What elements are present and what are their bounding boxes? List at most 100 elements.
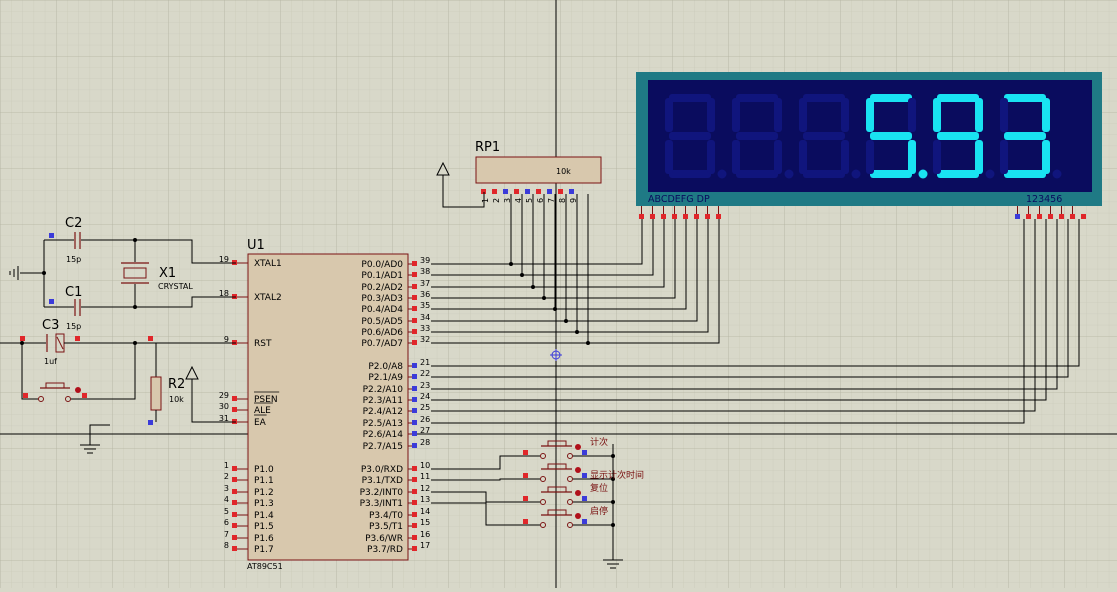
u1-pin-name: P2.2/A10 bbox=[363, 385, 404, 395]
u1-pin-number: 1 bbox=[224, 461, 229, 470]
u1-pin-name: P2.6/A14 bbox=[363, 430, 404, 440]
segment-e bbox=[799, 140, 807, 174]
u1-pin-number: 27 bbox=[420, 426, 430, 435]
segment-f bbox=[732, 98, 740, 132]
mcu-u1[interactable]: U1 AT89C51 19 XTAL118 XTAL29 RST29 PSEN30 ALE… bbox=[219, 238, 430, 571]
decimal-point bbox=[851, 169, 861, 179]
segment-g bbox=[669, 132, 711, 140]
u1-pin-35 bbox=[412, 306, 417, 311]
u1-pin-6 bbox=[232, 523, 237, 528]
u1-pin-number: 32 bbox=[420, 335, 430, 344]
segment-c bbox=[908, 140, 916, 174]
u1-pin-27 bbox=[412, 431, 417, 436]
u1-pin-32 bbox=[412, 340, 417, 345]
segment-c bbox=[841, 140, 849, 174]
u1-pin-name: P3.7/RD bbox=[367, 545, 403, 555]
u1-pin-name: P1.5 bbox=[254, 522, 274, 532]
rp1-pin bbox=[569, 189, 574, 194]
rp1-pin bbox=[503, 189, 508, 194]
segment-c bbox=[975, 140, 983, 174]
rp1-pin-number: 2 bbox=[492, 198, 501, 203]
decimal-point bbox=[717, 169, 727, 179]
decimal-point bbox=[784, 169, 794, 179]
u1-pin-name: P3.6/WR bbox=[365, 534, 403, 544]
segment-d bbox=[669, 170, 711, 178]
u1-pin-11 bbox=[412, 477, 417, 482]
segment-pin bbox=[683, 214, 688, 219]
u1-pin-name: XTAL1 bbox=[254, 259, 282, 269]
segment-pin-label: ABCDEFG DP bbox=[648, 194, 710, 205]
u1-pin-name: P0.3/AD3 bbox=[361, 294, 403, 304]
c3-ref: C3 bbox=[42, 318, 59, 333]
u1-pin-2 bbox=[232, 477, 237, 482]
u1-pin-number: 2 bbox=[224, 472, 229, 481]
segment-b bbox=[1042, 98, 1050, 132]
segment-a bbox=[1004, 94, 1046, 102]
decimal-point bbox=[918, 169, 928, 179]
u1-pin-30 bbox=[232, 407, 237, 412]
u1-pin-number: 16 bbox=[420, 530, 430, 539]
u1-pin-28 bbox=[412, 443, 417, 448]
schematic-svg[interactable]: ABCDEFG DP 123456 RP1 10k 123456789 U1 A… bbox=[0, 0, 1117, 588]
segment-d bbox=[937, 170, 979, 178]
u1-pin-number: 38 bbox=[420, 267, 430, 276]
u1-pin-5 bbox=[232, 512, 237, 517]
u1-pin-name: P3.2/INT0 bbox=[360, 488, 404, 498]
u1-pin-number: 24 bbox=[420, 392, 430, 401]
segment-e bbox=[1000, 140, 1008, 174]
segment-pin bbox=[650, 214, 655, 219]
segment-g bbox=[870, 132, 912, 140]
decimal-point bbox=[1052, 169, 1062, 179]
u1-pin-3 bbox=[232, 489, 237, 494]
u1-pin-38 bbox=[412, 272, 417, 277]
u1-pin-name: RST bbox=[254, 339, 272, 349]
digit-pin bbox=[1015, 214, 1020, 219]
u1-pin-name: P0.2/AD2 bbox=[361, 283, 403, 293]
u1-pin-name: P1.4 bbox=[254, 511, 274, 521]
rp1-value: 10k bbox=[556, 167, 571, 176]
u1-pin-number: 3 bbox=[224, 484, 229, 493]
u1-pin-name: P3.1/TXD bbox=[362, 476, 403, 486]
u1-pin-33 bbox=[412, 329, 417, 334]
segment-f bbox=[1000, 98, 1008, 132]
seven-segment-display[interactable]: ABCDEFG DP 123456 bbox=[636, 72, 1102, 219]
segment-pin bbox=[716, 214, 721, 219]
u1-pin-number: 36 bbox=[420, 290, 430, 299]
u1-pin-22 bbox=[412, 374, 417, 379]
u1-pin-number: 30 bbox=[219, 402, 229, 411]
u1-pin-number: 4 bbox=[224, 495, 229, 504]
u1-pin-39 bbox=[412, 261, 417, 266]
c1-value: 15p bbox=[66, 322, 81, 331]
u1-pin-name: P2.4/A12 bbox=[363, 407, 403, 417]
u1-pin-name: XTAL2 bbox=[254, 293, 282, 303]
rp1-pin-number: 1 bbox=[481, 198, 490, 203]
u1-pin-name: P1.6 bbox=[254, 534, 274, 544]
u1-pin-number: 5 bbox=[224, 507, 229, 516]
button-label: 复位 bbox=[590, 482, 608, 494]
u1-ref: U1 bbox=[247, 238, 265, 253]
segment-b bbox=[908, 98, 916, 132]
u1-pin-34 bbox=[412, 318, 417, 323]
digit-pin-label: 123456 bbox=[1026, 194, 1062, 205]
u1-pin-number: 28 bbox=[420, 438, 430, 447]
u1-pin-8 bbox=[232, 546, 237, 551]
rp1-pin bbox=[558, 189, 563, 194]
segment-d bbox=[870, 170, 912, 178]
u1-pin-name: P0.7/AD7 bbox=[361, 339, 403, 349]
u1-pin-37 bbox=[412, 284, 417, 289]
u1-pin-14 bbox=[412, 512, 417, 517]
segment-a bbox=[669, 94, 711, 102]
schematic-canvas[interactable]: ABCDEFG DP 123456 RP1 10k 123456789 U1 A… bbox=[0, 0, 1117, 588]
u1-pin-number: 6 bbox=[224, 518, 229, 527]
u1-pin-name: P0.4/AD4 bbox=[361, 305, 403, 315]
c3-value: 1uf bbox=[44, 357, 57, 366]
u1-pin-number: 21 bbox=[420, 358, 430, 367]
u1-pin-name: PSEN bbox=[254, 395, 278, 405]
button-label: 启停 bbox=[590, 505, 608, 517]
segment-e bbox=[933, 140, 941, 174]
segment-a bbox=[870, 94, 912, 102]
u1-pin-17 bbox=[412, 546, 417, 551]
digit-pin-end bbox=[1070, 214, 1075, 219]
u1-pin-name: P1.0 bbox=[254, 465, 274, 475]
rp1-ref: RP1 bbox=[475, 140, 500, 155]
